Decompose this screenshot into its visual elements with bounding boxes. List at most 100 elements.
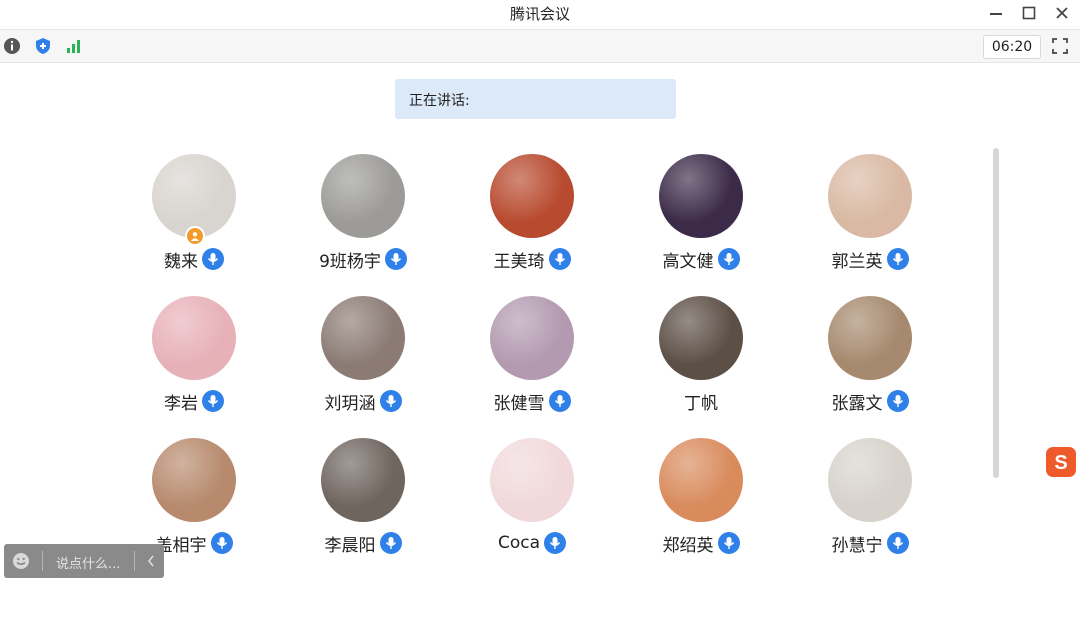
participant-name: 张健雪 [493,393,545,414]
participant-tile[interactable]: 王美琦 [478,150,647,292]
person-icon [191,232,199,241]
avatar[interactable] [659,154,743,238]
participant-name-row: 魏来 [140,246,248,272]
chevron-left-icon [148,555,154,567]
participant-tile[interactable]: 张露文 [816,292,985,434]
sogou-ime-icon: S [1046,447,1076,477]
active-speaker-label: 正在讲话: [409,93,470,109]
participant-name-row: 孙慧宁 [816,530,924,556]
participant-name-row: 李晨阳 [309,530,417,556]
participant-tile[interactable]: 李晨阳 [309,434,478,576]
mic-status-button[interactable] [717,248,740,270]
participant-tile[interactable]: 郭兰英 [816,150,985,292]
participant-tile[interactable]: 9班杨宇 [309,150,478,292]
emoji-icon[interactable] [12,552,30,570]
meeting-info-button[interactable] [1,35,23,57]
participant-name: 9班杨宇 [319,251,381,272]
avatar[interactable] [828,154,912,238]
mic-status-button[interactable] [202,390,224,412]
participant-tile[interactable]: 郑绍英 [647,434,816,576]
avatar[interactable] [659,438,743,522]
participant-name-row: 高文健 [647,246,755,272]
avatar[interactable] [490,154,574,238]
close-button[interactable] [1049,2,1075,24]
participant-name: 刘玥涵 [324,393,376,414]
participant-tile[interactable]: 孙慧宁 [816,434,985,576]
mic-status-button[interactable] [886,532,909,554]
microphone-icon [892,395,903,407]
participant-tile[interactable]: 高文健 [647,150,816,292]
microphone-icon [390,253,401,265]
mic-status-button[interactable] [886,390,909,412]
participant-name: 丁帆 [684,393,718,414]
meeting-timer: 06:20 [983,35,1041,59]
grid-scrollbar[interactable] [993,148,999,478]
fullscreen-icon [1052,38,1068,54]
participant-name: 李晨阳 [324,535,376,556]
participant-tile[interactable]: 刘玥涵 [309,292,478,434]
participant-name: 李岩 [164,393,198,414]
avatar[interactable] [321,296,405,380]
network-status-button[interactable] [63,35,85,57]
avatar[interactable] [321,438,405,522]
participant-name-row: 郑绍英 [647,530,755,556]
participant-name: 郭兰英 [831,251,883,272]
avatar[interactable] [659,296,743,380]
mic-status-button[interactable] [379,390,402,412]
participant-name: 张露文 [831,393,883,414]
participant-tile[interactable]: 魏来 [140,150,309,292]
avatar[interactable] [152,438,236,522]
mic-status-button[interactable] [210,532,233,554]
active-speaker-banner: 正在讲话: [395,79,676,119]
ime-float-button[interactable]: S [1044,445,1078,479]
participant-tile[interactable]: 张健雪 [478,292,647,434]
maximize-icon [1022,6,1036,20]
mic-status-button[interactable] [886,248,909,270]
avatar[interactable] [152,296,236,380]
meeting-toolbar: 06:20 [0,29,1080,63]
mic-status-button[interactable] [544,532,567,554]
mic-status-button[interactable] [548,248,571,270]
participant-name-row: 王美琦 [478,246,586,272]
avatar[interactable] [828,438,912,522]
info-icon [4,38,20,54]
shield-icon [36,38,50,54]
microphone-icon [892,253,903,265]
microphone-icon [207,253,219,265]
avatar[interactable] [490,296,574,380]
participant-name: 高文健 [662,251,714,272]
mic-status-button[interactable] [202,248,224,270]
participant-name-row: 丁帆 [647,388,755,414]
mic-status-button[interactable] [548,390,571,412]
participant-tile[interactable]: 李岩 [140,292,309,434]
chat-input-bar[interactable]: 说点什么... [4,544,164,578]
signal-bars-icon [67,40,80,53]
participant-grid: 魏来 9班杨宇 王美琦 高文健 郭兰英李岩 刘玥涵 张健雪 丁帆 张露文盖相宇 李晨阳 Coca 郑绍… [140,150,930,576]
participant-name: 魏来 [164,251,198,272]
minimize-button[interactable] [983,2,1009,24]
fullscreen-button[interactable] [1048,35,1072,57]
window-title: 腾讯会议 [509,5,570,23]
participant-tile[interactable]: Coca [478,434,647,576]
participant-tile[interactable]: 丁帆 [647,292,816,434]
participant-tile[interactable]: 盖相宇 [140,434,309,576]
participant-name-row: 刘玥涵 [309,388,417,414]
mic-status-button[interactable] [379,532,402,554]
microphone-icon [723,537,734,549]
participant-name-row: 张健雪 [478,388,586,414]
microphone-icon [554,253,565,265]
security-button[interactable] [32,35,54,57]
mic-status-button[interactable] [717,532,740,554]
microphone-icon [892,537,903,549]
chat-placeholder[interactable]: 说点什么... [56,553,120,572]
avatar[interactable] [321,154,405,238]
avatar[interactable] [828,296,912,380]
microphone-icon [723,253,734,265]
host-badge [185,226,205,246]
mic-status-button[interactable] [384,248,407,270]
participant-name: Coca [497,533,541,553]
maximize-button[interactable] [1016,2,1042,24]
chat-collapse-button[interactable] [140,549,162,573]
avatar[interactable] [490,438,574,522]
participant-name: 王美琦 [493,251,545,272]
